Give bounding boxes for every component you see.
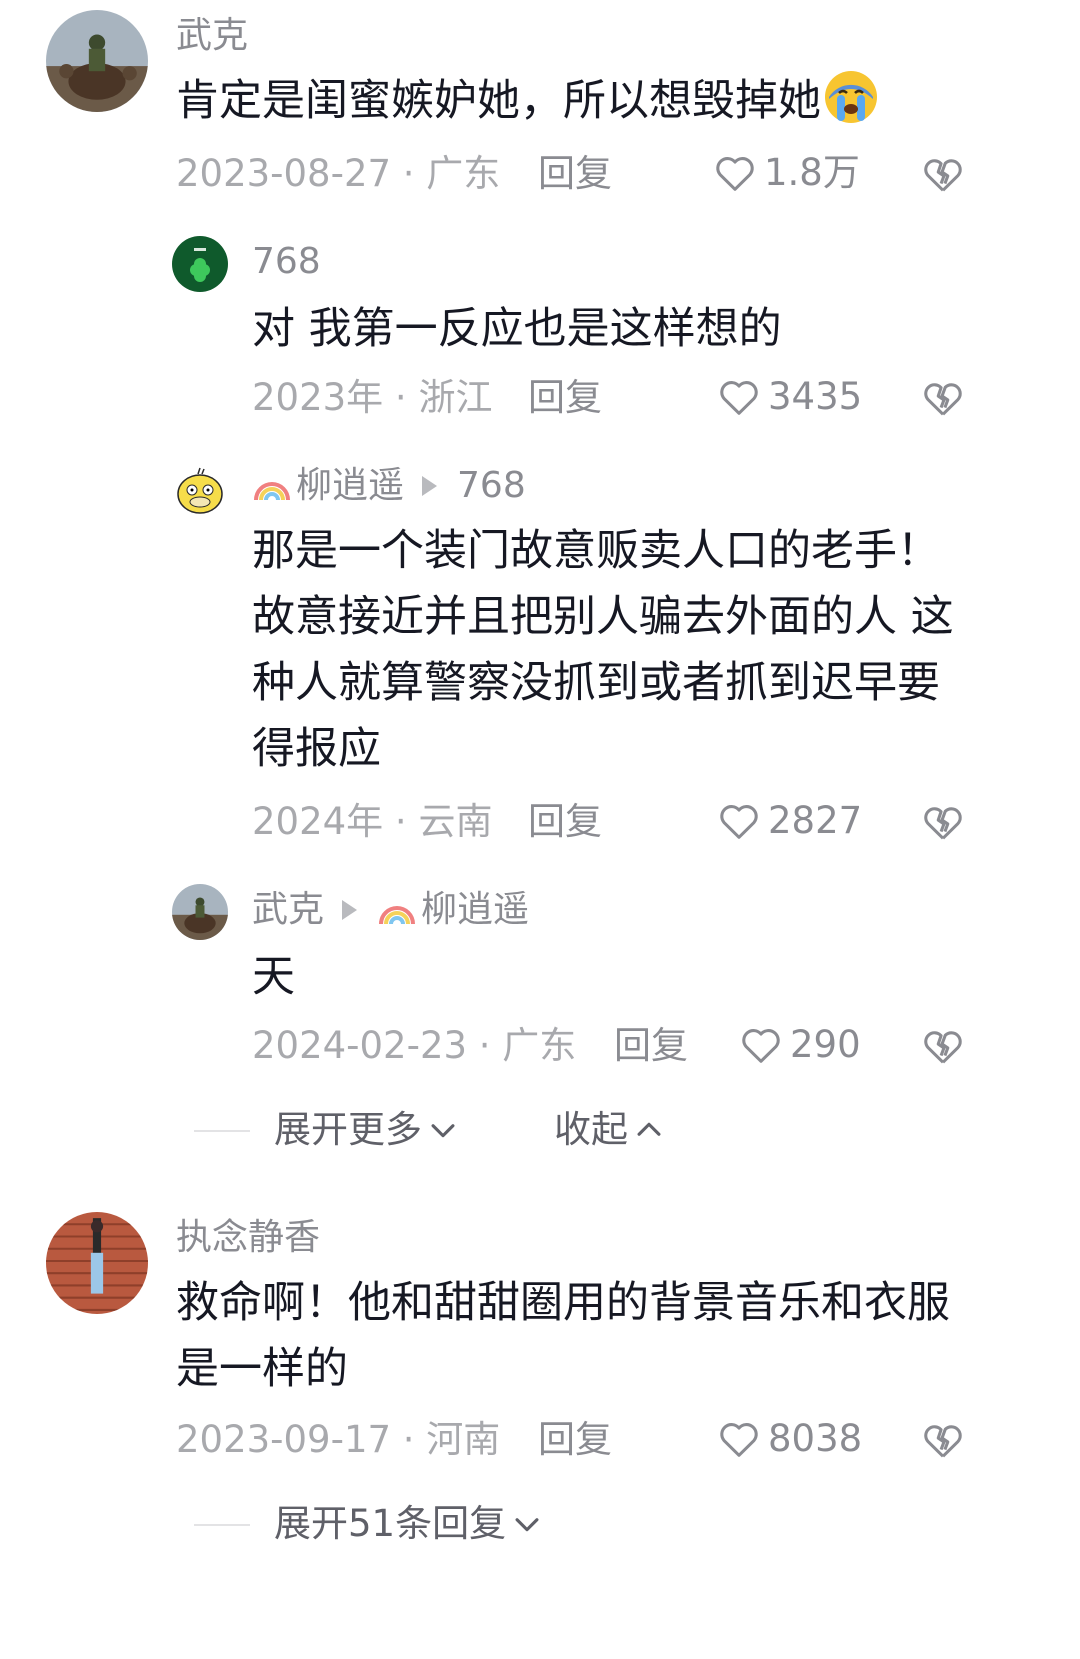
like-count: 8038 xyxy=(768,1417,863,1460)
like-button[interactable]: 2827 xyxy=(716,798,862,844)
collapse-label: 收起 xyxy=(554,1108,628,1151)
reply-button[interactable]: 回复 xyxy=(538,152,612,196)
rainbow-icon xyxy=(254,482,290,501)
avatar[interactable] xyxy=(172,236,228,292)
comment-text: 对 我第一反应也是这样想的 xyxy=(252,304,782,354)
username[interactable]: 武克 xyxy=(176,14,248,58)
comment-text: 肯定是闺蜜嫉妒她，所以想毁掉她 xyxy=(176,66,1036,136)
broken-heart-icon xyxy=(924,807,962,840)
divider xyxy=(194,1524,250,1526)
crying-emoji-icon xyxy=(825,71,877,123)
username[interactable]: 柳逍遥 xyxy=(296,464,404,508)
rainbow-icon xyxy=(379,906,416,925)
collapse-button[interactable]: 收起 xyxy=(554,1108,666,1152)
expand-more-button[interactable]: 展开更多 xyxy=(274,1108,460,1152)
reply-to-username[interactable]: 768 xyxy=(457,464,526,508)
avatar[interactable] xyxy=(46,1212,148,1314)
avatar-image xyxy=(172,236,228,292)
comment-meta: 2023-08-27 · 广东 xyxy=(176,152,501,195)
avatar-image xyxy=(172,884,228,940)
dislike-button[interactable] xyxy=(920,1417,966,1463)
comment-text: 那是一个装门故意贩卖人口的老手！故意接近并且把别人骗去外面的人 这种人就算警察没… xyxy=(252,526,954,774)
heart-icon xyxy=(742,1029,780,1063)
avatar[interactable] xyxy=(172,460,228,516)
reply-button[interactable]: 回复 xyxy=(614,1024,688,1068)
reply-arrow-icon xyxy=(422,476,438,496)
reply-button[interactable]: 回复 xyxy=(528,800,602,844)
reply-button[interactable]: 回复 xyxy=(528,376,602,420)
heart-icon xyxy=(720,381,758,415)
like-button[interactable]: 1.8万 xyxy=(712,150,860,196)
comment-meta: 2024-02-23 · 广东 xyxy=(252,1024,577,1067)
expand-replies-button[interactable]: 展开51条回复 xyxy=(274,1502,544,1546)
chevron-up-icon xyxy=(637,1122,661,1136)
username-line: 武克 柳逍遥 xyxy=(252,888,529,932)
comment-text: 救命啊！他和甜甜圈用的背景音乐和衣服是一样的 xyxy=(176,1278,950,1394)
avatar[interactable] xyxy=(172,884,228,940)
like-button[interactable]: 3435 xyxy=(716,374,862,420)
comment-meta: 2023年 · 浙江 xyxy=(252,376,493,419)
broken-heart-icon xyxy=(924,1425,962,1458)
expand-more-label: 展开更多 xyxy=(274,1108,422,1151)
like-count: 1.8万 xyxy=(764,151,860,194)
comment-text: 天 xyxy=(252,952,295,1002)
chevron-down-icon xyxy=(515,1518,539,1532)
like-count: 3435 xyxy=(768,375,863,418)
divider xyxy=(194,1130,250,1132)
username[interactable]: 武克 xyxy=(252,888,324,932)
avatar-image xyxy=(172,460,228,516)
comment-meta: 2023-09-17 · 河南 xyxy=(176,1418,501,1461)
dislike-button[interactable] xyxy=(920,1023,966,1069)
dislike-button[interactable] xyxy=(920,799,966,845)
reply-to-username[interactable]: 柳逍遥 xyxy=(421,888,529,932)
reply-button[interactable]: 回复 xyxy=(538,1418,612,1462)
chevron-down-icon xyxy=(431,1124,455,1138)
like-button[interactable]: 8038 xyxy=(716,1416,862,1462)
like-count: 290 xyxy=(790,1023,861,1066)
comment-meta: 2024年 · 云南 xyxy=(252,800,493,843)
avatar[interactable] xyxy=(46,10,148,112)
like-count: 2827 xyxy=(768,799,863,842)
username[interactable]: 768 xyxy=(252,240,321,284)
like-button[interactable]: 290 xyxy=(738,1022,861,1068)
avatar-image xyxy=(46,1212,148,1314)
broken-heart-icon xyxy=(924,159,962,192)
broken-heart-icon xyxy=(924,383,962,416)
broken-heart-icon xyxy=(924,1031,962,1064)
heart-icon xyxy=(716,157,754,191)
dislike-button[interactable] xyxy=(920,151,966,197)
heart-icon xyxy=(720,805,758,839)
heart-icon xyxy=(720,1423,758,1457)
expand-replies-label: 展开51条回复 xyxy=(274,1502,507,1545)
username-line: 柳逍遥 768 xyxy=(252,464,526,508)
avatar-image xyxy=(46,10,148,112)
username[interactable]: 执念静香 xyxy=(176,1216,320,1260)
dislike-button[interactable] xyxy=(920,375,966,421)
reply-arrow-icon xyxy=(342,900,358,920)
